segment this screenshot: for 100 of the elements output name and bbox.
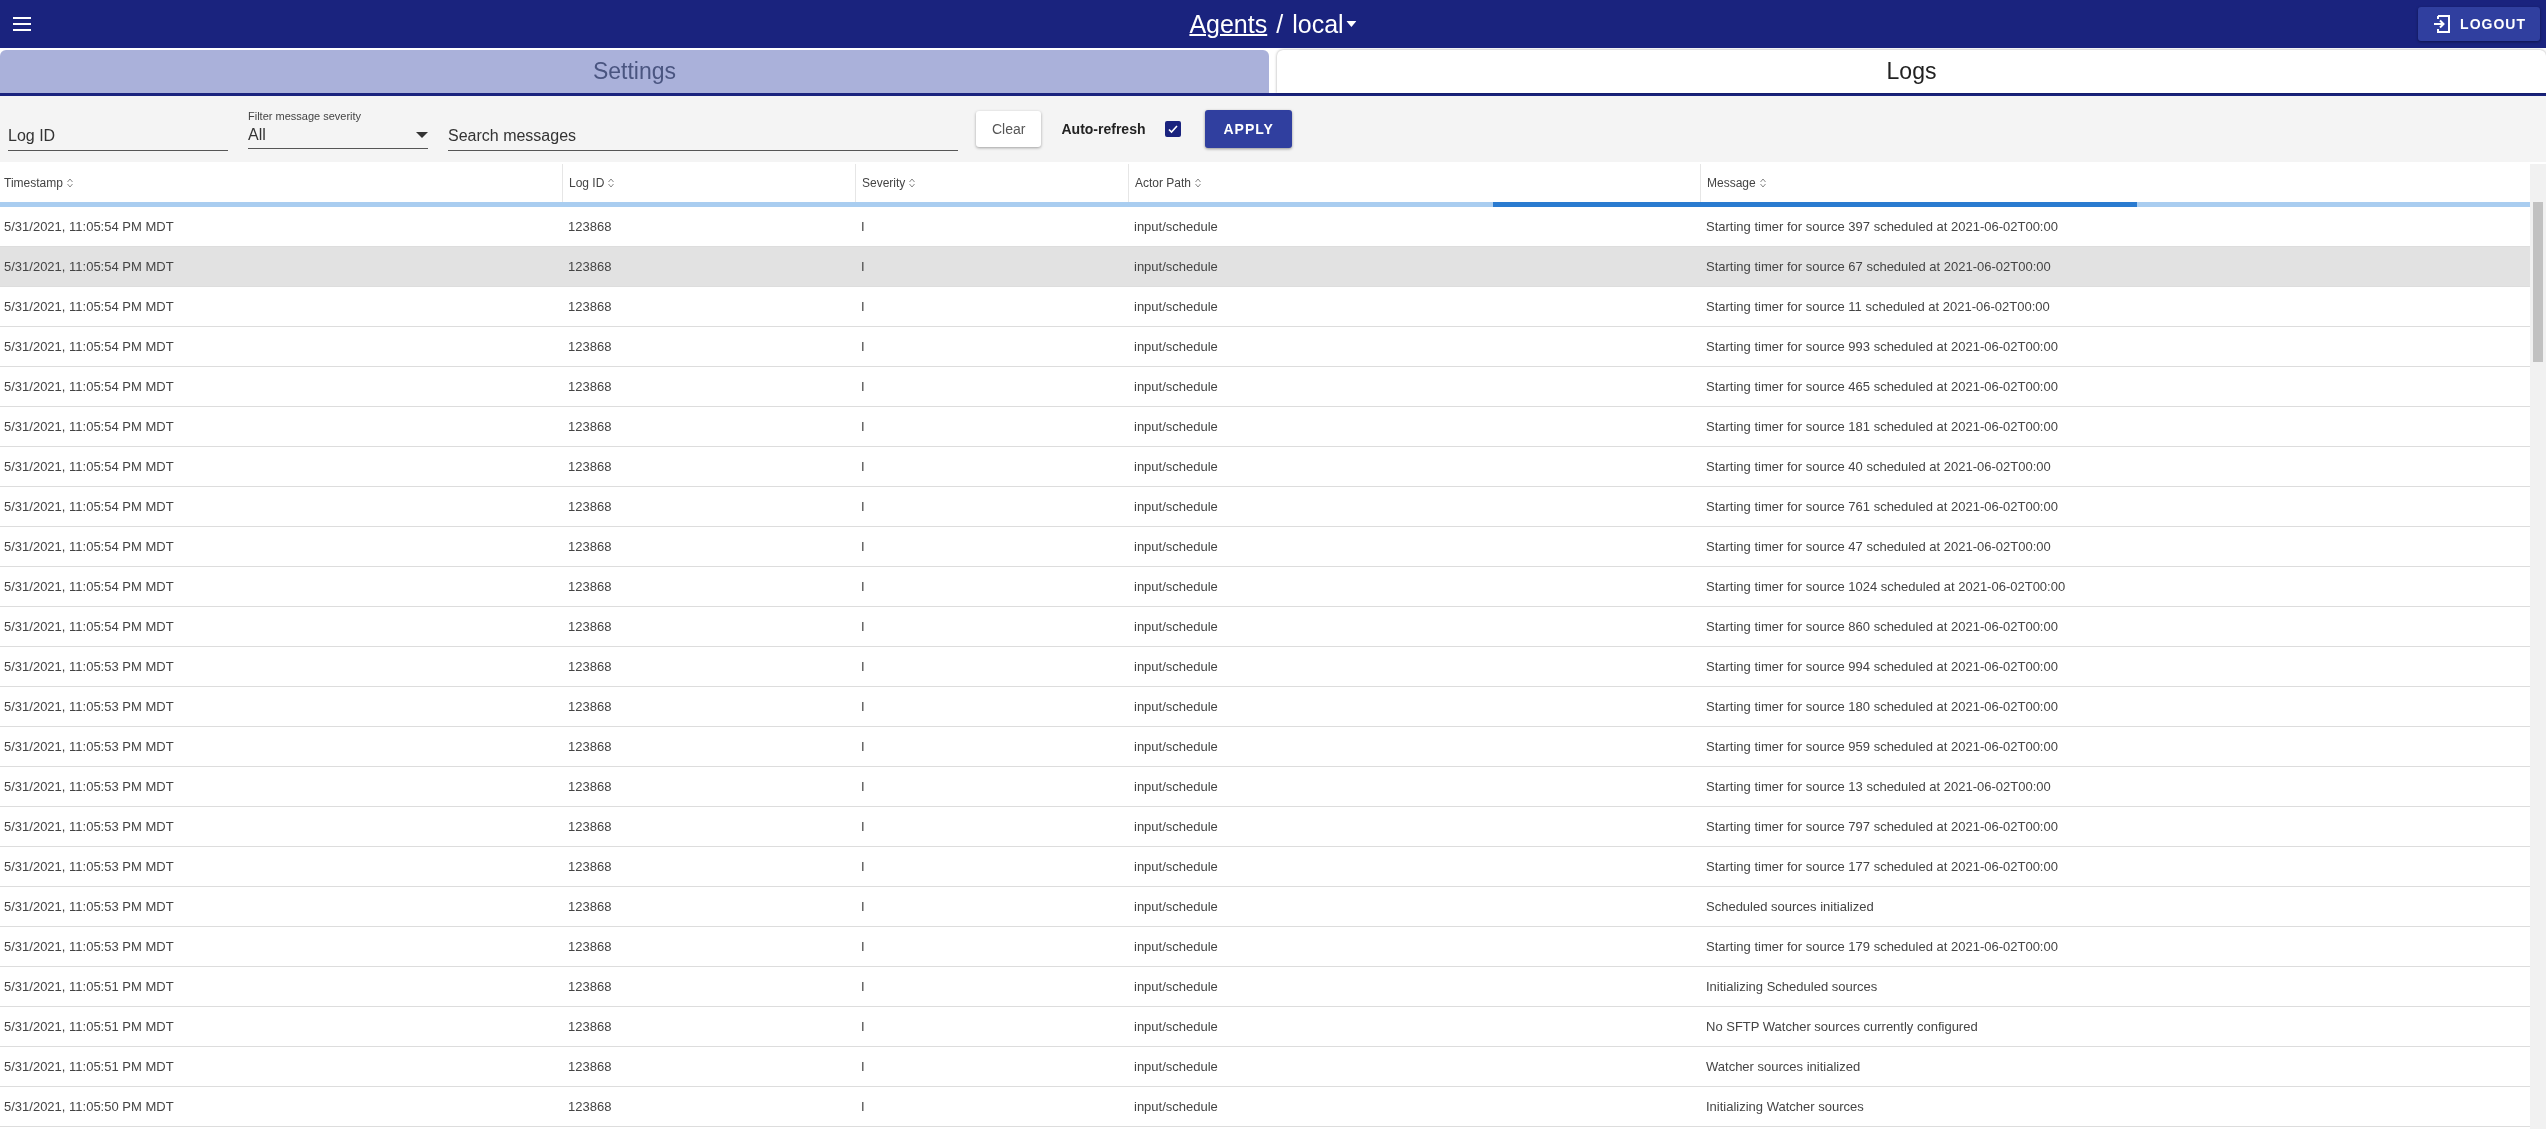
- table-cell-text: input/schedule: [1133, 499, 1219, 514]
- table-cell-text: input/schedule: [1133, 699, 1219, 714]
- table-row[interactable]: 5/31/2021, 11:05:54 PM MDT 123868 I input/schedule Starting timer for source 761 scheduled at 2021-06-02T00:00: [0, 487, 2530, 527]
- table-cell-text: I: [860, 1019, 866, 1034]
- clear-button[interactable]: Clear: [976, 111, 1042, 147]
- log-id-field[interactable]: Log ID: [8, 121, 228, 151]
- sort-icon: [608, 178, 615, 188]
- table-row[interactable]: 5/31/2021, 11:05:53 PM MDT 123868 I input/schedule Starting timer for source 179 scheduled at 2021-06-02T00:00: [0, 927, 2530, 967]
- table-cell-text: 123868: [567, 219, 613, 234]
- sort-icon: [66, 178, 73, 188]
- table-cell-text: input/schedule: [1133, 379, 1219, 394]
- table-row[interactable]: 5/31/2021, 11:05:53 PM MDT 123868 I input/schedule Starting timer for source 180 scheduled at 2021-06-02T00:00: [0, 687, 2530, 727]
- table-cell-text: 123868: [567, 619, 613, 634]
- table-cell-text: I: [860, 379, 866, 394]
- auto-refresh-checkbox[interactable]: [1165, 121, 1182, 137]
- table-row[interactable]: 5/31/2021, 11:05:54 PM MDT 123868 I input/schedule Starting timer for source 181 scheduled at 2021-06-02T00:00: [0, 407, 2530, 447]
- table-cell-text: 5/31/2021, 11:05:53 PM MDT: [3, 819, 175, 834]
- table-cell-text: I: [860, 299, 866, 314]
- sort-icon: [909, 178, 916, 188]
- apply-button[interactable]: APPLY: [1205, 110, 1292, 148]
- table-cell-text: I: [860, 619, 866, 634]
- table-cell-text: I: [860, 939, 866, 954]
- table-cell-text: 5/31/2021, 11:05:54 PM MDT: [3, 619, 175, 634]
- table-cell-text: input/schedule: [1133, 219, 1219, 234]
- tab[interactable]: Logs: [1277, 50, 2546, 93]
- table-cell-text: 5/31/2021, 11:05:53 PM MDT: [3, 899, 175, 914]
- table-cell-text: 5/31/2021, 11:05:54 PM MDT: [3, 579, 175, 594]
- table-row[interactable]: 5/31/2021, 11:05:51 PM MDT 123868 I input/schedule No SFTP Watcher sources currently configured: [0, 1007, 2530, 1047]
- breadcrumb-link[interactable]: Agents: [1189, 9, 1268, 39]
- table-cell-text: I: [860, 979, 866, 994]
- table-cell-text: Starting timer for source 1024 scheduled at 2021-06-02T00:00: [1705, 579, 2067, 594]
- table-cell-text: I: [860, 779, 866, 794]
- table-cell-text: Watcher sources initialized: [1705, 1059, 1862, 1074]
- table-cell-text: Starting timer for source 465 scheduled at 2021-06-02T00:00: [1705, 379, 2059, 394]
- table-cell-text: input/schedule: [1133, 819, 1219, 834]
- table-row[interactable]: 5/31/2021, 11:05:51 PM MDT 123868 I input/schedule Watcher sources initialized: [0, 1047, 2530, 1087]
- auto-refresh-label: Auto-refresh: [1061, 121, 1146, 137]
- table-cell-text: input/schedule: [1133, 979, 1219, 994]
- table-cell-text: 123868: [567, 299, 613, 314]
- table-cell-text: input/schedule: [1133, 299, 1219, 314]
- table-cell-text: 5/31/2021, 11:05:51 PM MDT: [3, 1019, 175, 1034]
- table-cell-text: input/schedule: [1133, 539, 1219, 554]
- table-row[interactable]: 5/31/2021, 11:05:53 PM MDT 123868 I input/schedule Starting timer for source 994 scheduled at 2021-06-02T00:00: [0, 647, 2530, 687]
- table-cell-text: 5/31/2021, 11:05:54 PM MDT: [3, 419, 175, 434]
- table-row[interactable]: 5/31/2021, 11:05:53 PM MDT 123868 I input/schedule Starting timer for source 959 scheduled at 2021-06-02T00:00: [0, 727, 2530, 767]
- table-row[interactable]: 5/31/2021, 11:05:54 PM MDT 123868 I input/schedule Starting timer for source 40 scheduled at 2021-06-02T00:00: [0, 447, 2530, 487]
- table-cell-text: 123868: [567, 459, 613, 474]
- table-cell-text: Starting timer for source 994 scheduled at 2021-06-02T00:00: [1705, 659, 2059, 674]
- table-cell-text: I: [860, 859, 866, 874]
- table-cell-text: I: [860, 819, 866, 834]
- table-row[interactable]: 5/31/2021, 11:05:54 PM MDT 123868 I input/schedule Starting timer for source 993 scheduled at 2021-06-02T00:00: [0, 327, 2530, 367]
- scrollbar[interactable]: [2530, 164, 2546, 1129]
- column-header[interactable]: Timestamp: [0, 164, 562, 202]
- table-cell-text: Initializing Scheduled sources: [1705, 979, 1879, 994]
- table-cell-text: 5/31/2021, 11:05:53 PM MDT: [3, 779, 175, 794]
- table-cell-text: input/schedule: [1133, 939, 1219, 954]
- table-cell-text: 5/31/2021, 11:05:54 PM MDT: [3, 339, 175, 354]
- search-field[interactable]: Search messages: [448, 121, 958, 151]
- table-cell-text: Initializing Watcher sources: [1705, 1099, 1865, 1114]
- table-cell-text: Starting timer for source 993 scheduled at 2021-06-02T00:00: [1705, 339, 2059, 354]
- logout-button[interactable]: LOGOUT: [2418, 7, 2540, 41]
- table-cell-text: I: [860, 419, 866, 434]
- table-cell-text: I: [860, 1099, 866, 1114]
- table-row[interactable]: 5/31/2021, 11:05:50 PM MDT 123868 I input/schedule Initializing Watcher sources: [0, 1087, 2530, 1127]
- severity-dropdown[interactable]: Filter message severity All: [248, 109, 428, 149]
- table-row[interactable]: 5/31/2021, 11:05:54 PM MDT 123868 I input/schedule Starting timer for source 860 scheduled at 2021-06-02T00:00: [0, 607, 2530, 647]
- table-cell-text: 5/31/2021, 11:05:54 PM MDT: [3, 299, 175, 314]
- table-cell-text: Starting timer for source 67 scheduled at 2021-06-02T00:00: [1705, 259, 2052, 274]
- table-row[interactable]: 5/31/2021, 11:05:53 PM MDT 123868 I input/schedule Starting timer for source 797 scheduled at 2021-06-02T00:00: [0, 807, 2530, 847]
- table-cell-text: 5/31/2021, 11:05:54 PM MDT: [3, 499, 175, 514]
- table-row[interactable]: 5/31/2021, 11:05:53 PM MDT 123868 I input/schedule Scheduled sources initialized: [0, 887, 2530, 927]
- table-row[interactable]: 5/31/2021, 11:05:54 PM MDT 123868 I input/schedule Starting timer for source 67 scheduled at 2021-06-02T00:00: [0, 247, 2530, 287]
- table-cell-text: 123868: [567, 699, 613, 714]
- table-row[interactable]: 5/31/2021, 11:05:53 PM MDT 123868 I input/schedule Starting timer for source 177 scheduled at 2021-06-02T00:00: [0, 847, 2530, 887]
- table-cell-text: 5/31/2021, 11:05:54 PM MDT: [3, 459, 175, 474]
- table-row[interactable]: 5/31/2021, 11:05:54 PM MDT 123868 I input/schedule Starting timer for source 11 scheduled at 2021-06-02T00:00: [0, 287, 2530, 327]
- table-cell-text: input/schedule: [1133, 859, 1219, 874]
- caret-icon: [1346, 21, 1357, 27]
- table-cell-text: Starting timer for source 797 scheduled at 2021-06-02T00:00: [1705, 819, 2059, 834]
- table-cell-text: 123868: [567, 859, 613, 874]
- table-cell-text: 123868: [567, 539, 613, 554]
- table-cell-text: 123868: [567, 739, 613, 754]
- table-cell-text: 5/31/2021, 11:05:53 PM MDT: [3, 659, 175, 674]
- table-cell-text: I: [860, 459, 866, 474]
- table-cell-text: 123868: [567, 1019, 613, 1034]
- table-row[interactable]: 5/31/2021, 11:05:54 PM MDT 123868 I input/schedule Starting timer for source 47 scheduled at 2021-06-02T00:00: [0, 527, 2530, 567]
- table-row[interactable]: 5/31/2021, 11:05:54 PM MDT 123868 I input/schedule Starting timer for source 465 scheduled at 2021-06-02T00:00: [0, 367, 2530, 407]
- table-row[interactable]: 5/31/2021, 11:05:53 PM MDT 123868 I input/schedule Starting timer for source 13 scheduled at 2021-06-02T00:00: [0, 767, 2530, 807]
- table-cell-text: Starting timer for source 397 scheduled at 2021-06-02T00:00: [1705, 219, 2059, 234]
- table-cell-text: 123868: [567, 259, 613, 274]
- table-row[interactable]: 5/31/2021, 11:05:51 PM MDT 123868 I input/schedule Initializing Scheduled sources: [0, 967, 2530, 1007]
- table-cell-text: I: [860, 1059, 866, 1074]
- agent-dropdown[interactable]: local: [1292, 9, 1357, 39]
- table-cell-text: Starting timer for source 179 scheduled at 2021-06-02T00:00: [1705, 939, 2059, 954]
- table-cell-text: 5/31/2021, 11:05:54 PM MDT: [3, 539, 175, 554]
- table-cell-text: Starting timer for source 180 scheduled at 2021-06-02T00:00: [1705, 699, 2059, 714]
- table-row[interactable]: 5/31/2021, 11:05:54 PM MDT 123868 I input/schedule Starting timer for source 1024 scheduled at 2021-06-02T00:00: [0, 567, 2530, 607]
- table-cell-text: input/schedule: [1133, 739, 1219, 754]
- table-cell-text: input/schedule: [1133, 779, 1219, 794]
- table-cell-text: input/schedule: [1133, 339, 1219, 354]
